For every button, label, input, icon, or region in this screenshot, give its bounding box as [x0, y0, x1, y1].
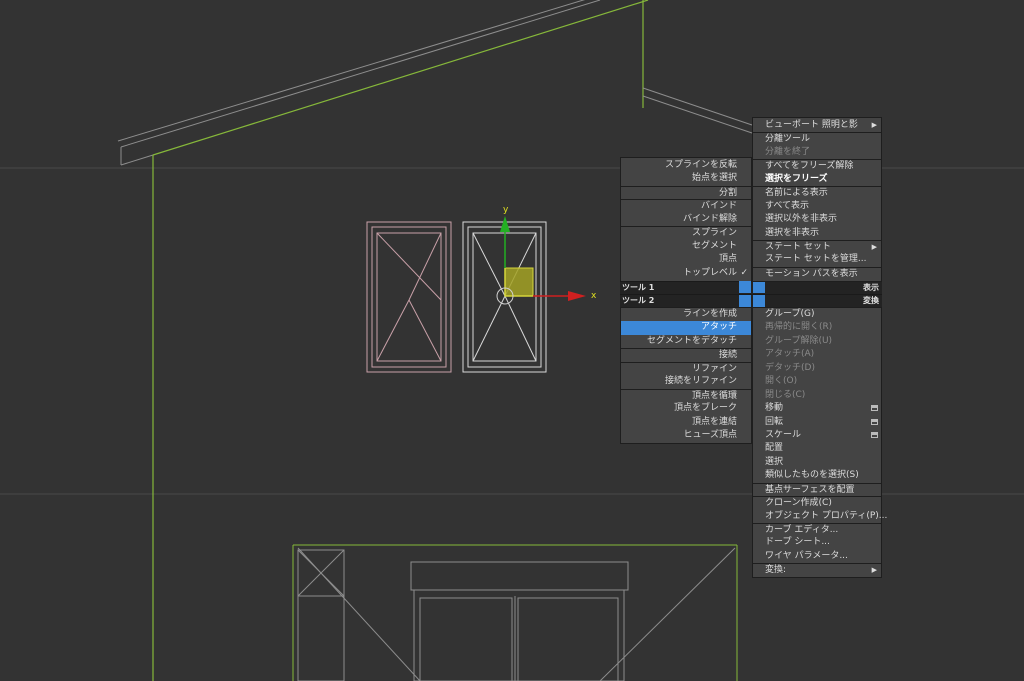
- menu-item-weld-vertices[interactable]: 頂点を連結: [621, 416, 751, 429]
- menu-item-hide-selection[interactable]: 選択を非表示: [753, 227, 881, 240]
- menu-item-state-sets[interactable]: ステート セット ▶: [753, 239, 881, 253]
- menu-item-label: ステート セット: [765, 241, 831, 252]
- quad-label-display: 表示: [863, 283, 879, 292]
- quad-menu-display: ビューポート 照明と影 ▶ 分離ツール 分離を終了 すべてをフリーズ解除 選択をフ…: [752, 117, 882, 282]
- menu-item-label: ビューポート 照明と影: [765, 120, 858, 130]
- menu-item-attach-group[interactable]: アタッチ(A): [753, 348, 881, 361]
- quad-label-transform: 変換: [863, 296, 879, 305]
- menu-item-select[interactable]: 選択: [753, 456, 881, 469]
- menu-item-attach[interactable]: アタッチ: [621, 321, 751, 335]
- menu-item-reverse-spline[interactable]: スプラインを反転: [621, 159, 751, 172]
- quad-menu-tools1: スプラインを反転 始点を選択 分割 バインド バインド解除 スプライン セグメン…: [620, 157, 752, 282]
- quad-menu-tools2: ラインを作成 アタッチ セグメントをデタッチ 接続 リファイン 接続をリファイン 頂点を循環…: [620, 307, 752, 444]
- quad-label-tools1: ツール 1: [622, 283, 655, 292]
- menu-item-ungroup[interactable]: グループ解除(U): [753, 335, 881, 348]
- menu-item-curve-editor[interactable]: カーブ エディタ...: [753, 523, 881, 536]
- menu-item-viewport-lighting[interactable]: ビューポート 照明と影 ▶: [753, 119, 881, 132]
- options-box-icon[interactable]: [871, 405, 878, 412]
- submenu-arrow-icon: ▶: [871, 242, 877, 251]
- menu-item-create-line[interactable]: ラインを作成: [621, 308, 751, 321]
- menu-item-label: 移動: [765, 403, 784, 414]
- quad-center-marker[interactable]: [739, 281, 765, 307]
- menu-item-display-motion-paths[interactable]: モーション パスを表示: [753, 266, 881, 280]
- menu-item-place[interactable]: 配置: [753, 442, 881, 455]
- menu-item-cycle-vertices[interactable]: 頂点を循環: [621, 388, 751, 402]
- menu-item-move[interactable]: 移動: [753, 402, 881, 415]
- gizmo-x-label: x: [591, 291, 597, 301]
- menu-item-convert-to[interactable]: 変換: ▶: [753, 563, 881, 576]
- menu-item-label: トップレベル: [682, 267, 737, 278]
- menu-item-close-group[interactable]: 閉じる(C): [753, 389, 881, 402]
- menu-item-dope-sheet[interactable]: ドープ シート...: [753, 536, 881, 549]
- menu-item-unhide-all[interactable]: すべて表示: [753, 200, 881, 213]
- gizmo-y-label: y: [503, 205, 509, 215]
- menu-item-label: 回転: [765, 416, 784, 427]
- menu-item-open-group[interactable]: 開く(O): [753, 375, 881, 388]
- menu-item-divide[interactable]: 分割: [621, 185, 751, 199]
- submenu-arrow-icon: ▶: [871, 566, 877, 575]
- menu-item-wire-parameters[interactable]: ワイヤ パラメータ...: [753, 550, 881, 563]
- menu-item-vertex-level[interactable]: 頂点: [621, 253, 751, 266]
- menu-item-hide-unselected[interactable]: 選択以外を非表示: [753, 213, 881, 226]
- quad-menu-transform: グループ(G) 再帰的に開く(R) グループ解除(U) アタッチ(A) デタッチ…: [752, 307, 887, 578]
- submenu-arrow-icon: ▶: [871, 121, 877, 129]
- options-box-icon[interactable]: [871, 431, 878, 438]
- menu-item-bind[interactable]: バインド: [621, 199, 751, 212]
- menu-item-detach-segment[interactable]: セグメントをデタッチ: [621, 335, 751, 348]
- menu-item-object-properties[interactable]: オブジェクト プロパティ(P)...: [753, 510, 887, 523]
- menu-item-manage-state-sets[interactable]: ステート セットを管理...: [753, 253, 881, 266]
- check-icon: ✓: [740, 267, 748, 278]
- menu-item-label: 変換:: [765, 565, 787, 576]
- menu-item-break-vertices[interactable]: 頂点をブレーク: [621, 402, 751, 415]
- menu-item-unhide-by-name[interactable]: 名前による表示: [753, 186, 881, 199]
- menu-item-select-similar[interactable]: 類似したものを選択(S): [753, 469, 881, 482]
- menu-item-clone[interactable]: クローン作成(C): [753, 496, 881, 509]
- menu-item-freeze-selection[interactable]: 選択をフリーズ: [753, 173, 881, 186]
- menu-item-place-pivot-surface[interactable]: 基点サーフェスを配置: [753, 482, 881, 496]
- menu-item-segment-level[interactable]: セグメント: [621, 240, 751, 253]
- menu-item-detach-group[interactable]: デタッチ(D): [753, 362, 881, 375]
- menu-item-spline-level[interactable]: スプライン: [621, 226, 751, 239]
- menu-item-fuse-vertices[interactable]: ヒューズ頂点: [621, 429, 751, 442]
- menu-item-refine[interactable]: リファイン: [621, 361, 751, 375]
- menu-item-scale[interactable]: スケール: [753, 429, 881, 442]
- menu-item-connect[interactable]: 接続: [621, 348, 751, 361]
- menu-item-isolate-tool[interactable]: 分離ツール: [753, 132, 881, 145]
- menu-item-refine-connect[interactable]: 接続をリファイン: [621, 375, 751, 388]
- menu-item-unbind[interactable]: バインド解除: [621, 213, 751, 226]
- menu-item-make-first[interactable]: 始点を選択: [621, 172, 751, 185]
- menu-item-unfreeze-all[interactable]: すべてをフリーズ解除: [753, 159, 881, 172]
- menu-item-top-level[interactable]: トップレベル ✓: [621, 267, 751, 280]
- gizmo-xy-plane: [504, 267, 534, 297]
- menu-item-label: スケール: [765, 429, 802, 440]
- menu-item-open-recursively[interactable]: 再帰的に開く(R): [753, 321, 881, 334]
- menu-item-end-isolate[interactable]: 分離を終了: [753, 146, 881, 159]
- menu-item-rotate[interactable]: 回転: [753, 416, 881, 429]
- options-box-icon[interactable]: [871, 418, 878, 425]
- quad-label-tools2: ツール 2: [622, 296, 655, 305]
- menu-item-group[interactable]: グループ(G): [753, 308, 881, 321]
